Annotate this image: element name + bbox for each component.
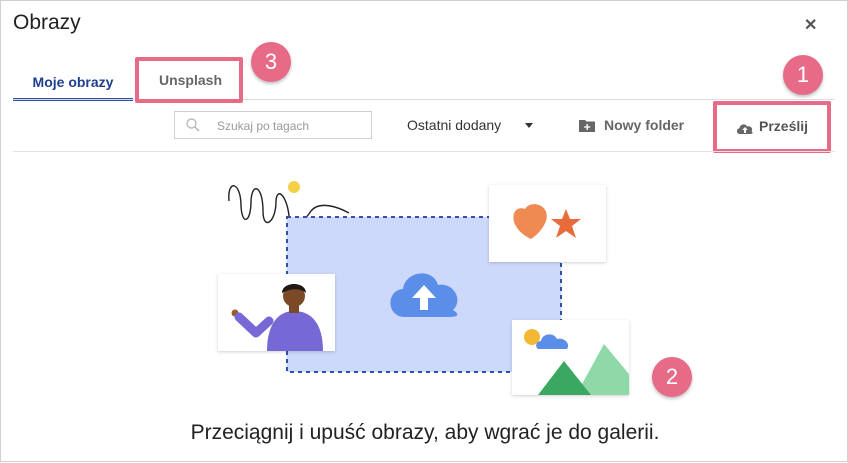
upload-illustration [218, 181, 629, 395]
sun-dot [288, 181, 300, 193]
heart-star-card [489, 185, 606, 262]
person-card [218, 274, 335, 351]
callout-badge-2: 2 [652, 357, 692, 397]
images-dialog: Obrazy ✕ Moje obrazy Unsplash 3 Ostatni … [0, 0, 848, 462]
landscape-card [512, 320, 629, 395]
dropzone-instructions: Przeciągnij i upuść obrazy, aby wgrać je… [190, 421, 660, 444]
